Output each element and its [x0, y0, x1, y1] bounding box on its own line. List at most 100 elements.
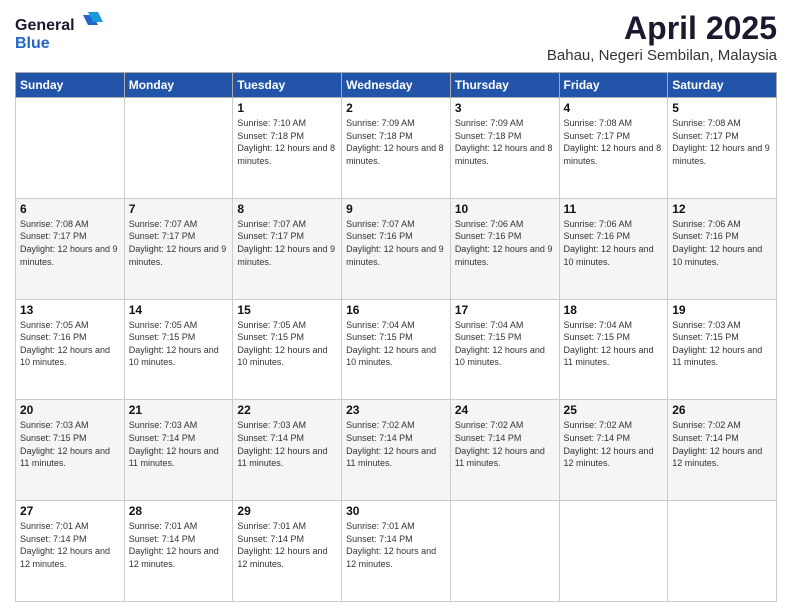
- day-number: 6: [20, 202, 120, 216]
- day-detail: Sunrise: 7:01 AM Sunset: 7:14 PM Dayligh…: [129, 520, 229, 570]
- calendar-cell: 24Sunrise: 7:02 AM Sunset: 7:14 PM Dayli…: [450, 400, 559, 501]
- day-number: 7: [129, 202, 229, 216]
- header: General Blue April 2025 Bahau, Negeri Se…: [15, 10, 777, 64]
- day-number: 14: [129, 303, 229, 317]
- calendar-cell: 21 Sunrise: 7:03 AM Sunset: 7:14 PM Dayli…: [124, 400, 233, 501]
- day-number: 16: [346, 303, 446, 317]
- calendar-cell: 3 Sunrise: 7:09 AM Sunset: 7:18 PM Daylig…: [450, 98, 559, 199]
- day-detail: Sunrise: 7:08 AM Sunset: 7:17 PM Dayligh…: [564, 117, 664, 167]
- day-detail: Sunrise: 7:03 AM Sunset: 7:14 PM Dayligh…: [129, 419, 229, 469]
- day-detail: Sunrise: 7:09 AM Sunset: 7:18 PM Dayligh…: [455, 117, 555, 167]
- calendar-cell: 30 Sunrise: 7:01 AM Sunset: 7:14 PM Dayli…: [342, 501, 451, 602]
- day-detail: Sunrise: 7:06 AM Sunset: 7:16 PM Dayligh…: [564, 218, 664, 268]
- calendar-cell: 19Sunrise: 7:03 AM Sunset: 7:15 PM Dayli…: [668, 299, 777, 400]
- day-detail: Sunrise: 7:02 AM Sunset: 7:14 PM Dayligh…: [346, 419, 446, 469]
- day-detail: Sunrise: 7:05 AM Sunset: 7:16 PM Dayligh…: [20, 319, 120, 369]
- day-detail: Sunrise: 7:01 AM Sunset: 7:14 PM Dayligh…: [237, 520, 337, 570]
- day-detail: Sunrise: 7:06 AM Sunset: 7:16 PM Dayligh…: [672, 218, 772, 268]
- day-number: 3: [455, 101, 555, 115]
- day-detail: Sunrise: 7:05 AM Sunset: 7:15 PM Dayligh…: [237, 319, 337, 369]
- calendar-cell: 18 Sunrise: 7:04 AM Sunset: 7:15 PM Dayli…: [559, 299, 668, 400]
- day-number: 30: [346, 504, 446, 518]
- day-number: 21: [129, 403, 229, 417]
- calendar-cell: 26 Sunrise: 7:02 AM Sunset: 7:14 PM Dayli…: [668, 400, 777, 501]
- day-number: 13: [20, 303, 120, 317]
- svg-text:Blue: Blue: [15, 35, 50, 52]
- day-detail: Sunrise: 7:07 AM Sunset: 7:16 PM Dayligh…: [346, 218, 446, 268]
- day-number: 19: [672, 303, 772, 317]
- col-saturday: Saturday: [668, 73, 777, 98]
- logo-svg: General Blue: [15, 10, 105, 55]
- day-detail: Sunrise: 7:01 AM Sunset: 7:14 PM Dayligh…: [346, 520, 446, 570]
- day-number: 5: [672, 101, 772, 115]
- calendar-header-row: Sunday Monday Tuesday Wednesday Thursday…: [16, 73, 777, 98]
- calendar-table: Sunday Monday Tuesday Wednesday Thursday…: [15, 72, 777, 602]
- calendar-cell: 25Sunrise: 7:02 AM Sunset: 7:14 PM Dayli…: [559, 400, 668, 501]
- day-number: 29: [237, 504, 337, 518]
- day-detail: Sunrise: 7:02 AM Sunset: 7:14 PM Dayligh…: [672, 419, 772, 469]
- calendar-cell: [559, 501, 668, 602]
- calendar-cell: 12 Sunrise: 7:06 AM Sunset: 7:16 PM Dayli…: [668, 198, 777, 299]
- day-detail: Sunrise: 7:03 AM Sunset: 7:14 PM Dayligh…: [237, 419, 337, 469]
- day-detail: Sunrise: 7:04 AM Sunset: 7:15 PM Dayligh…: [346, 319, 446, 369]
- calendar-cell: 2Sunrise: 7:09 AM Sunset: 7:18 PM Daylig…: [342, 98, 451, 199]
- day-number: 18: [564, 303, 664, 317]
- calendar-cell: 20 Sunrise: 7:03 AM Sunset: 7:15 PM Dayli…: [16, 400, 125, 501]
- col-sunday: Sunday: [16, 73, 125, 98]
- day-number: 26: [672, 403, 772, 417]
- day-detail: Sunrise: 7:03 AM Sunset: 7:15 PM Dayligh…: [20, 419, 120, 469]
- calendar-cell: 15 Sunrise: 7:05 AM Sunset: 7:15 PM Dayli…: [233, 299, 342, 400]
- calendar-cell: [124, 98, 233, 199]
- calendar-week-row: 20 Sunrise: 7:03 AM Sunset: 7:15 PM Dayli…: [16, 400, 777, 501]
- day-number: 17: [455, 303, 555, 317]
- calendar-cell: 11 Sunrise: 7:06 AM Sunset: 7:16 PM Dayli…: [559, 198, 668, 299]
- day-detail: Sunrise: 7:09 AM Sunset: 7:18 PM Dayligh…: [346, 117, 446, 167]
- day-number: 24: [455, 403, 555, 417]
- calendar-cell: 13 Sunrise: 7:05 AM Sunset: 7:16 PM Dayli…: [16, 299, 125, 400]
- day-number: 9: [346, 202, 446, 216]
- calendar-cell: 4 Sunrise: 7:08 AM Sunset: 7:17 PM Daylig…: [559, 98, 668, 199]
- calendar-week-row: 6 Sunrise: 7:08 AM Sunset: 7:17 PM Daylig…: [16, 198, 777, 299]
- day-number: 20: [20, 403, 120, 417]
- calendar-week-row: 1Sunrise: 7:10 AM Sunset: 7:18 PM Daylig…: [16, 98, 777, 199]
- calendar-cell: 23 Sunrise: 7:02 AM Sunset: 7:14 PM Dayli…: [342, 400, 451, 501]
- calendar-cell: 29 Sunrise: 7:01 AM Sunset: 7:14 PM Dayli…: [233, 501, 342, 602]
- day-detail: Sunrise: 7:05 AM Sunset: 7:15 PM Dayligh…: [129, 319, 229, 369]
- calendar-week-row: 27 Sunrise: 7:01 AM Sunset: 7:14 PM Dayli…: [16, 501, 777, 602]
- calendar-cell: 1Sunrise: 7:10 AM Sunset: 7:18 PM Daylig…: [233, 98, 342, 199]
- day-detail: Sunrise: 7:08 AM Sunset: 7:17 PM Dayligh…: [672, 117, 772, 167]
- logo: General Blue: [15, 10, 105, 60]
- day-number: 4: [564, 101, 664, 115]
- day-number: 11: [564, 202, 664, 216]
- day-number: 25: [564, 403, 664, 417]
- title-block: April 2025 Bahau, Negeri Sembilan, Malay…: [547, 10, 777, 64]
- calendar-cell: 28 Sunrise: 7:01 AM Sunset: 7:14 PM Dayli…: [124, 501, 233, 602]
- page: General Blue April 2025 Bahau, Negeri Se…: [0, 0, 792, 612]
- day-detail: Sunrise: 7:08 AM Sunset: 7:17 PM Dayligh…: [20, 218, 120, 268]
- calendar-cell: 8 Sunrise: 7:07 AM Sunset: 7:17 PM Daylig…: [233, 198, 342, 299]
- day-detail: Sunrise: 7:06 AM Sunset: 7:16 PM Dayligh…: [455, 218, 555, 268]
- calendar-cell: 22Sunrise: 7:03 AM Sunset: 7:14 PM Dayli…: [233, 400, 342, 501]
- calendar-cell: 17Sunrise: 7:04 AM Sunset: 7:15 PM Dayli…: [450, 299, 559, 400]
- day-detail: Sunrise: 7:07 AM Sunset: 7:17 PM Dayligh…: [237, 218, 337, 268]
- day-number: 12: [672, 202, 772, 216]
- day-number: 28: [129, 504, 229, 518]
- day-detail: Sunrise: 7:04 AM Sunset: 7:15 PM Dayligh…: [564, 319, 664, 369]
- calendar-cell: [450, 501, 559, 602]
- calendar-cell: 10Sunrise: 7:06 AM Sunset: 7:16 PM Dayli…: [450, 198, 559, 299]
- day-detail: Sunrise: 7:07 AM Sunset: 7:17 PM Dayligh…: [129, 218, 229, 268]
- subtitle: Bahau, Negeri Sembilan, Malaysia: [547, 47, 777, 64]
- day-number: 1: [237, 101, 337, 115]
- calendar-week-row: 13 Sunrise: 7:05 AM Sunset: 7:16 PM Dayli…: [16, 299, 777, 400]
- day-number: 8: [237, 202, 337, 216]
- col-thursday: Thursday: [450, 73, 559, 98]
- calendar-cell: 9 Sunrise: 7:07 AM Sunset: 7:16 PM Daylig…: [342, 198, 451, 299]
- day-number: 23: [346, 403, 446, 417]
- day-number: 27: [20, 504, 120, 518]
- day-number: 15: [237, 303, 337, 317]
- day-detail: Sunrise: 7:01 AM Sunset: 7:14 PM Dayligh…: [20, 520, 120, 570]
- svg-text:General: General: [15, 17, 75, 34]
- col-monday: Monday: [124, 73, 233, 98]
- calendar-cell: [16, 98, 125, 199]
- col-tuesday: Tuesday: [233, 73, 342, 98]
